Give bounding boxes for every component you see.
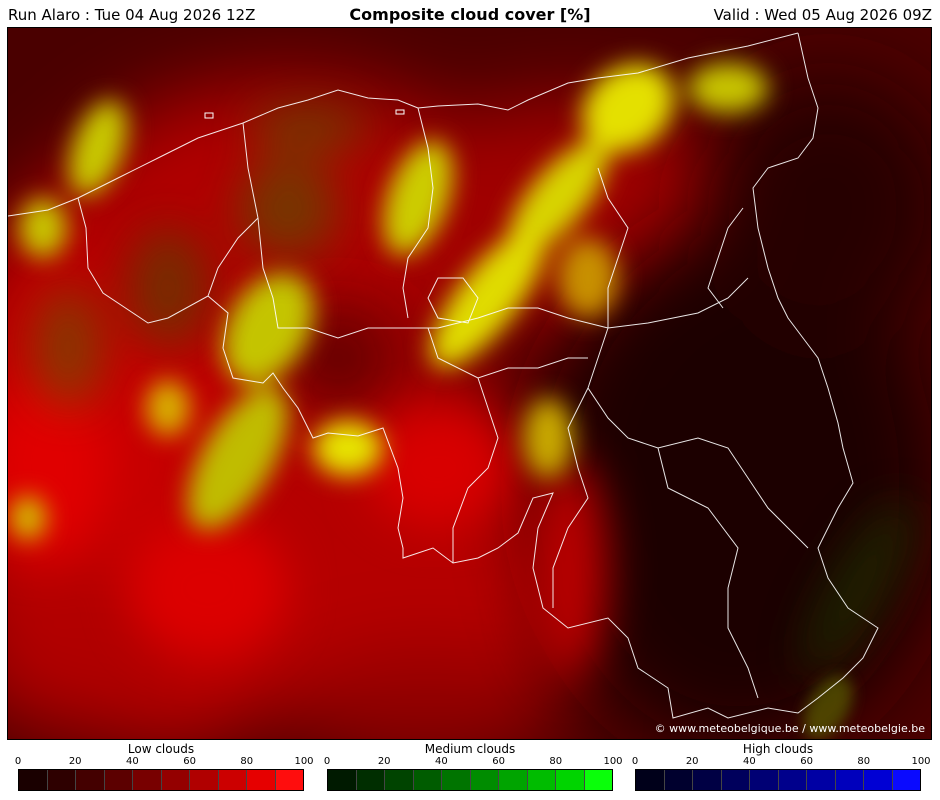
legend-low-clouds: Low clouds 0 20 40 60 80 100 <box>14 742 314 791</box>
legend-tick: 40 <box>435 756 448 767</box>
legend-color-cell <box>864 770 893 790</box>
legend-tick: 0 <box>14 756 22 767</box>
legend-color-cell <box>470 770 499 790</box>
legend-color-cell <box>76 770 105 790</box>
legend-high-clouds: High clouds 0 20 40 60 80 100 <box>631 742 931 791</box>
legend-color-cell <box>892 770 920 790</box>
legend-color-cell <box>47 770 76 790</box>
legend-color-cell <box>693 770 722 790</box>
legend-tick: 20 <box>685 756 699 767</box>
legend-color-cell <box>778 770 807 790</box>
legend-title: Low clouds <box>127 742 195 756</box>
legend-color-cell <box>442 770 471 790</box>
legend-color-cell <box>104 770 133 790</box>
legend-ticks: 0 20 40 60 80 100 <box>14 756 314 769</box>
legend-tick: 60 <box>800 756 813 767</box>
legend-color-cell <box>385 770 414 790</box>
legend-color-cell <box>190 770 219 790</box>
legend-tick: 40 <box>126 756 139 767</box>
legend-tick: 80 <box>240 756 254 767</box>
legend-color-cell <box>413 770 442 790</box>
legend-color-cell <box>527 770 556 790</box>
legend-color-cell <box>328 770 357 790</box>
legend-ticks: 0 20 40 60 80 100 <box>631 756 931 769</box>
legend-color-cell <box>275 770 303 790</box>
legend-color-cell <box>721 770 750 790</box>
legend-tick: 20 <box>377 756 391 767</box>
legend-colorbar <box>635 769 921 791</box>
legend-tick: 0 <box>323 756 331 767</box>
valid-label: Valid : Wed 05 Aug 2026 09Z <box>713 6 932 24</box>
legend-color-cell <box>19 770 48 790</box>
legend-tick: 40 <box>743 756 756 767</box>
legend-color-cell <box>807 770 836 790</box>
legend-colorbar <box>18 769 304 791</box>
legend-color-cell <box>664 770 693 790</box>
legend-color-cell <box>218 770 247 790</box>
legend-tick: 20 <box>68 756 82 767</box>
legend-color-cell <box>499 770 528 790</box>
cloud-cover-map: © www.meteobelgique.be / www.meteobelgie… <box>7 27 932 740</box>
legend-color-cell <box>161 770 190 790</box>
legend-tick: 60 <box>492 756 505 767</box>
legend-colorbar <box>327 769 613 791</box>
legend-tick: 60 <box>183 756 196 767</box>
legend-color-cell <box>247 770 276 790</box>
legend-color-cell <box>636 770 665 790</box>
legend-color-cell <box>835 770 864 790</box>
legend-tick: 0 <box>631 756 639 767</box>
legend-color-cell <box>556 770 585 790</box>
legend-color-cell <box>356 770 385 790</box>
legend-ticks: 0 20 40 60 80 100 <box>323 756 623 769</box>
cloud-cover-field <box>8 28 931 739</box>
legend-tick: 100 <box>294 756 314 767</box>
legend-color-cell <box>133 770 162 790</box>
legend-tick: 100 <box>911 756 931 767</box>
legend-color-cell <box>584 770 612 790</box>
legend-title: High clouds <box>742 742 814 756</box>
legend-tick: 80 <box>549 756 563 767</box>
map-credit: © www.meteobelgique.be / www.meteobelgie… <box>654 722 925 735</box>
legend-tick: 100 <box>603 756 623 767</box>
legend-color-cell <box>750 770 779 790</box>
legend-title: Medium clouds <box>424 742 516 756</box>
legend-medium-clouds: Medium clouds 0 20 40 60 80 100 <box>323 742 623 791</box>
legend-tick: 80 <box>857 756 871 767</box>
